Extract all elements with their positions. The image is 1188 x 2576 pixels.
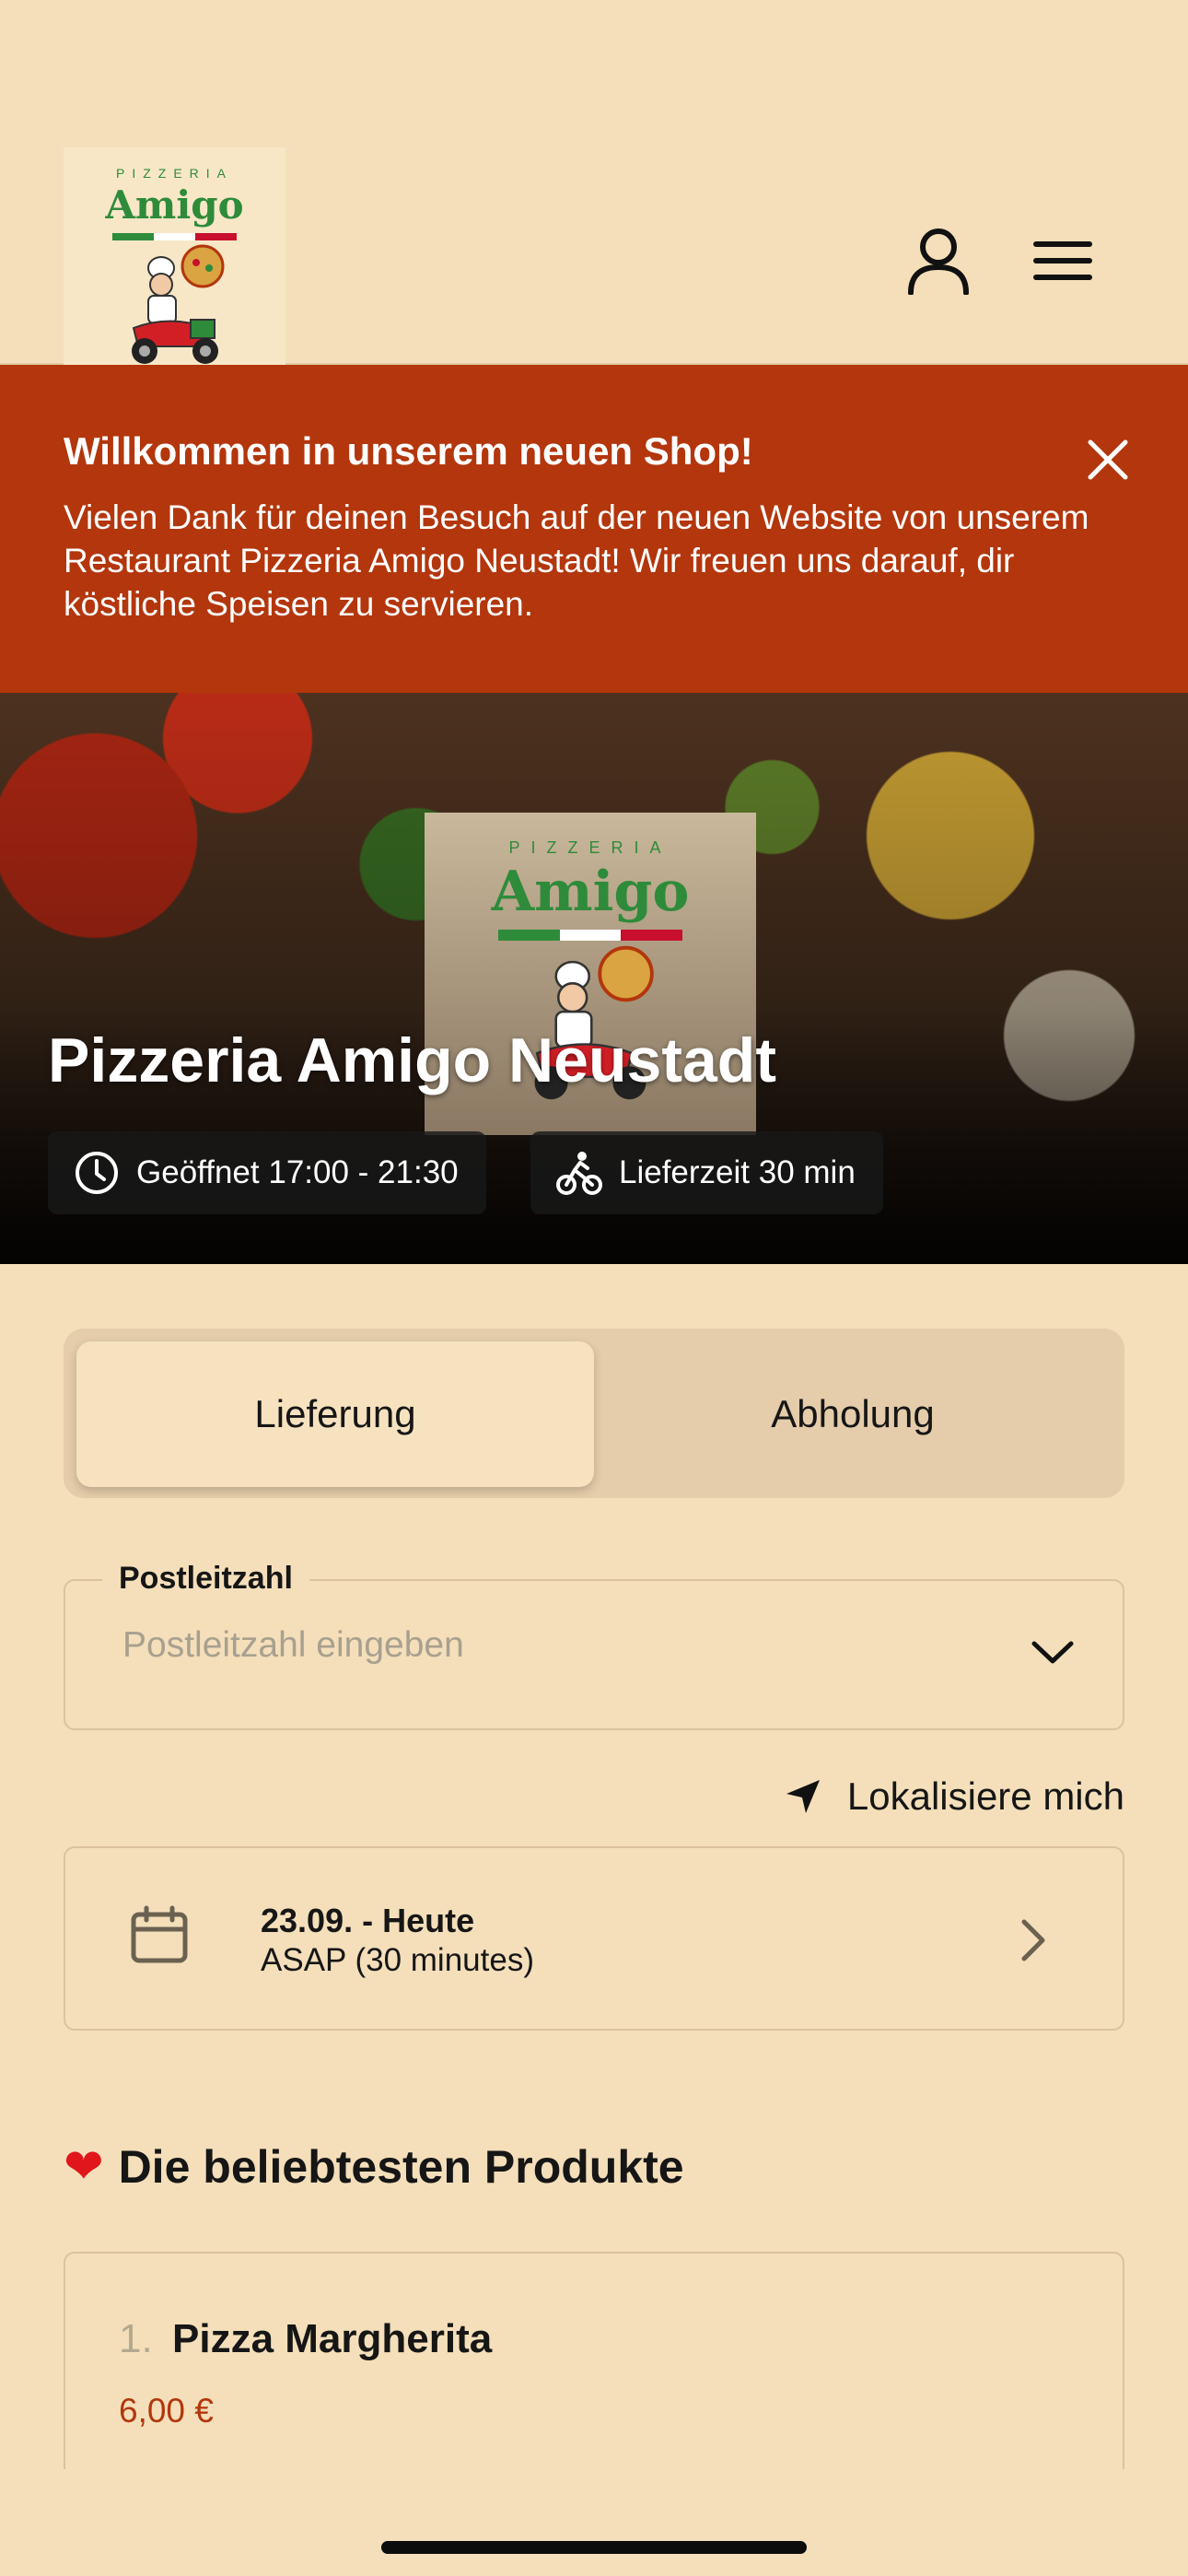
user-icon [908,228,969,295]
italian-flag-stripe [111,233,238,240]
banner-close-button[interactable] [1076,427,1140,492]
postcode-field[interactable]: Postleitzahl Postleitzahl eingeben [64,1561,1124,1730]
account-button[interactable] [897,219,980,302]
heart-icon: ❤ [64,2140,104,2194]
menu-button[interactable] [1021,219,1104,302]
order-type-toggle: Lieferung Abholung [64,1329,1124,1498]
product-price: 6,00 € [119,2392,214,2430]
popular-products-heading: ❤ Die beliebtesten Produkte [64,2139,684,2195]
postcode-label: Postleitzahl [102,1561,309,1597]
calendar-icon [131,1905,188,1963]
home-indicator[interactable] [381,2541,807,2554]
banner-title: Willkommen in unserem neuen Shop! [64,429,753,473]
hero-logo-name: Amigo [491,860,690,924]
delivery-chef-illustration [131,244,224,364]
popular-products-title: Die beliebtesten Produkte [118,2141,684,2193]
tab-delivery[interactable]: Lieferung [76,1341,594,1487]
hero-image: PIZZERIA Amigo Pizzeria Amigo Neustadt G… [0,693,1188,1264]
postcode-input[interactable]: Postleitzahl eingeben [122,1625,464,1666]
opening-hours-badge: Geöffnet 17:00 - 21:30 [48,1131,486,1214]
chevron-right-icon [1021,1919,1045,1961]
hamburger-menu-icon [1033,241,1092,280]
schedule-time: ASAP (30 minutes) [261,1942,534,1978]
bicycle-courier-icon [556,1152,602,1195]
locate-me-button[interactable]: Lokalisiere mich [785,1774,1124,1819]
restaurant-name: Pizzeria Amigo Neustadt [48,1025,776,1095]
product-name: Pizza Margherita [172,2316,493,2361]
header: PIZZERIA Amigo [0,0,1188,373]
product-rank: 1. [119,2316,153,2361]
banner-text: Vielen Dank für deinen Besuch auf der ne… [64,498,1089,623]
location-arrow-icon [786,1780,820,1813]
tab-pickup[interactable]: Abholung [594,1341,1112,1487]
chevron-down-icon[interactable] [1031,1638,1075,1666]
locate-me-label: Lokalisiere mich [846,1774,1124,1818]
logo-name: Amigo [105,182,244,228]
delivery-time-text: Lieferzeit 30 min [619,1154,856,1190]
welcome-banner: Willkommen in unserem neuen Shop! Vielen… [0,365,1188,693]
hero-italian-flag-stripe [498,930,683,941]
logo-subtitle: PIZZERIA [115,166,233,181]
clock-icon [76,1152,118,1194]
bottom-safe-area [0,2469,1188,2576]
delivery-time-badge: Lieferzeit 30 min [530,1131,883,1214]
hero-logo-subtitle: PIZZERIA [508,838,672,857]
close-icon [1088,439,1128,480]
schedule-selector[interactable]: 23.09. - Heute ASAP (30 minutes) [64,1846,1124,2031]
opening-hours-text: Geöffnet 17:00 - 21:30 [136,1154,459,1190]
schedule-date: 23.09. - Heute [261,1902,475,1939]
restaurant-logo[interactable]: PIZZERIA Amigo [64,147,285,373]
